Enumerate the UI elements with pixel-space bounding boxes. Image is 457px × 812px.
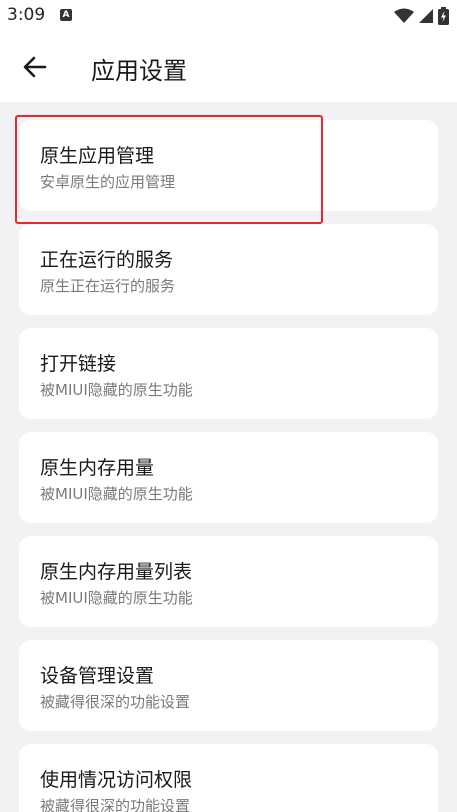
list-item-title: 原生应用管理 [40,145,155,167]
list-item-title: 正在运行的服务 [40,249,174,271]
list-item-title: 打开链接 [40,353,117,375]
list-item-usage-access[interactable]: 使用情况访问权限 被藏得很深的功能设置 [19,744,438,812]
list-item-open-links[interactable]: 打开链接 被MIUI隐藏的原生功能 [19,328,438,419]
status-bar: 3:09 A [0,0,457,32]
list-item-subtitle: 被MIUI隐藏的原生功能 [40,589,193,607]
list-item-subtitle: 原生正在运行的服务 [40,277,176,295]
arrow-left-icon[interactable] [22,54,48,80]
list-item-memory-usage[interactable]: 原生内存用量 被MIUI隐藏的原生功能 [19,432,438,523]
list-item-subtitle: 被藏得很深的功能设置 [40,693,191,711]
battery-charging-icon [438,7,449,25]
page-title: 应用设置 [91,57,187,85]
notification-a-icon: A [60,9,72,21]
list-item-title: 使用情况访问权限 [40,769,193,791]
settings-list: 原生应用管理 安卓原生的应用管理 正在运行的服务 原生正在运行的服务 打开链接 … [0,102,457,812]
list-item-title: 原生内存用量 [40,457,155,479]
list-item-subtitle: 安卓原生的应用管理 [40,173,176,191]
list-item-title: 原生内存用量列表 [40,561,193,583]
app-bar: 应用设置 [0,32,457,102]
signal-icon [419,9,433,23]
list-item-device-admin-settings[interactable]: 设备管理设置 被藏得很深的功能设置 [19,640,438,731]
list-item-native-app-management[interactable]: 原生应用管理 安卓原生的应用管理 [19,120,438,211]
list-item-subtitle: 被MIUI隐藏的原生功能 [40,485,193,503]
wifi-icon [394,8,414,23]
list-item-subtitle: 被MIUI隐藏的原生功能 [40,381,193,399]
list-item-title: 设备管理设置 [40,665,155,687]
list-item-subtitle: 被藏得很深的功能设置 [40,797,191,812]
list-item-running-services[interactable]: 正在运行的服务 原生正在运行的服务 [19,224,438,315]
status-icons [394,7,449,25]
status-time: 3:09 [7,5,46,25]
list-item-memory-usage-list[interactable]: 原生内存用量列表 被MIUI隐藏的原生功能 [19,536,438,627]
